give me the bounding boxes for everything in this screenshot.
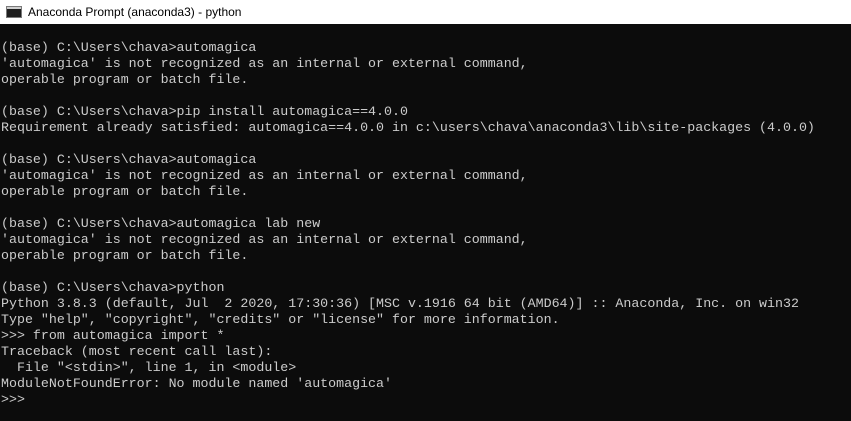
console-line: Type "help", "copyright", "credits" or "… — [1, 312, 560, 327]
console-line: Requirement already satisfied: automagic… — [1, 120, 815, 135]
console-line: operable program or batch file. — [1, 248, 249, 263]
console-prompt-line[interactable]: >>> — [1, 392, 851, 408]
title-bar[interactable]: Anaconda Prompt (anaconda3) - python — [0, 0, 851, 24]
console-line: >>> from automagica import * — [1, 328, 225, 343]
console-line: Traceback (most recent call last): — [1, 344, 273, 359]
console-output[interactable]: (base) C:\Users\chava>automagica 'automa… — [0, 24, 851, 421]
console-line: Python 3.8.3 (default, Jul 2 2020, 17:30… — [1, 296, 799, 311]
terminal-window: Anaconda Prompt (anaconda3) - python (ba… — [0, 0, 851, 421]
console-line: 'automagica' is not recognized as an int… — [1, 232, 528, 247]
console-line: operable program or batch file. — [1, 72, 249, 87]
console-line: File "<stdin>", line 1, in <module> — [1, 360, 297, 375]
console-icon — [6, 6, 22, 18]
console-line: (base) C:\Users\chava>automagica — [1, 40, 257, 55]
console-line: (base) C:\Users\chava>python — [1, 280, 225, 295]
window-title: Anaconda Prompt (anaconda3) - python — [28, 5, 242, 19]
console-line: (base) C:\Users\chava>pip install automa… — [1, 104, 408, 119]
console-line: (base) C:\Users\chava>automagica lab new — [1, 216, 321, 231]
console-line: 'automagica' is not recognized as an int… — [1, 56, 528, 71]
console-line: ModuleNotFoundError: No module named 'au… — [1, 376, 392, 391]
console-line: 'automagica' is not recognized as an int… — [1, 168, 528, 183]
console-line: operable program or batch file. — [1, 184, 249, 199]
console-line: (base) C:\Users\chava>automagica — [1, 152, 257, 167]
